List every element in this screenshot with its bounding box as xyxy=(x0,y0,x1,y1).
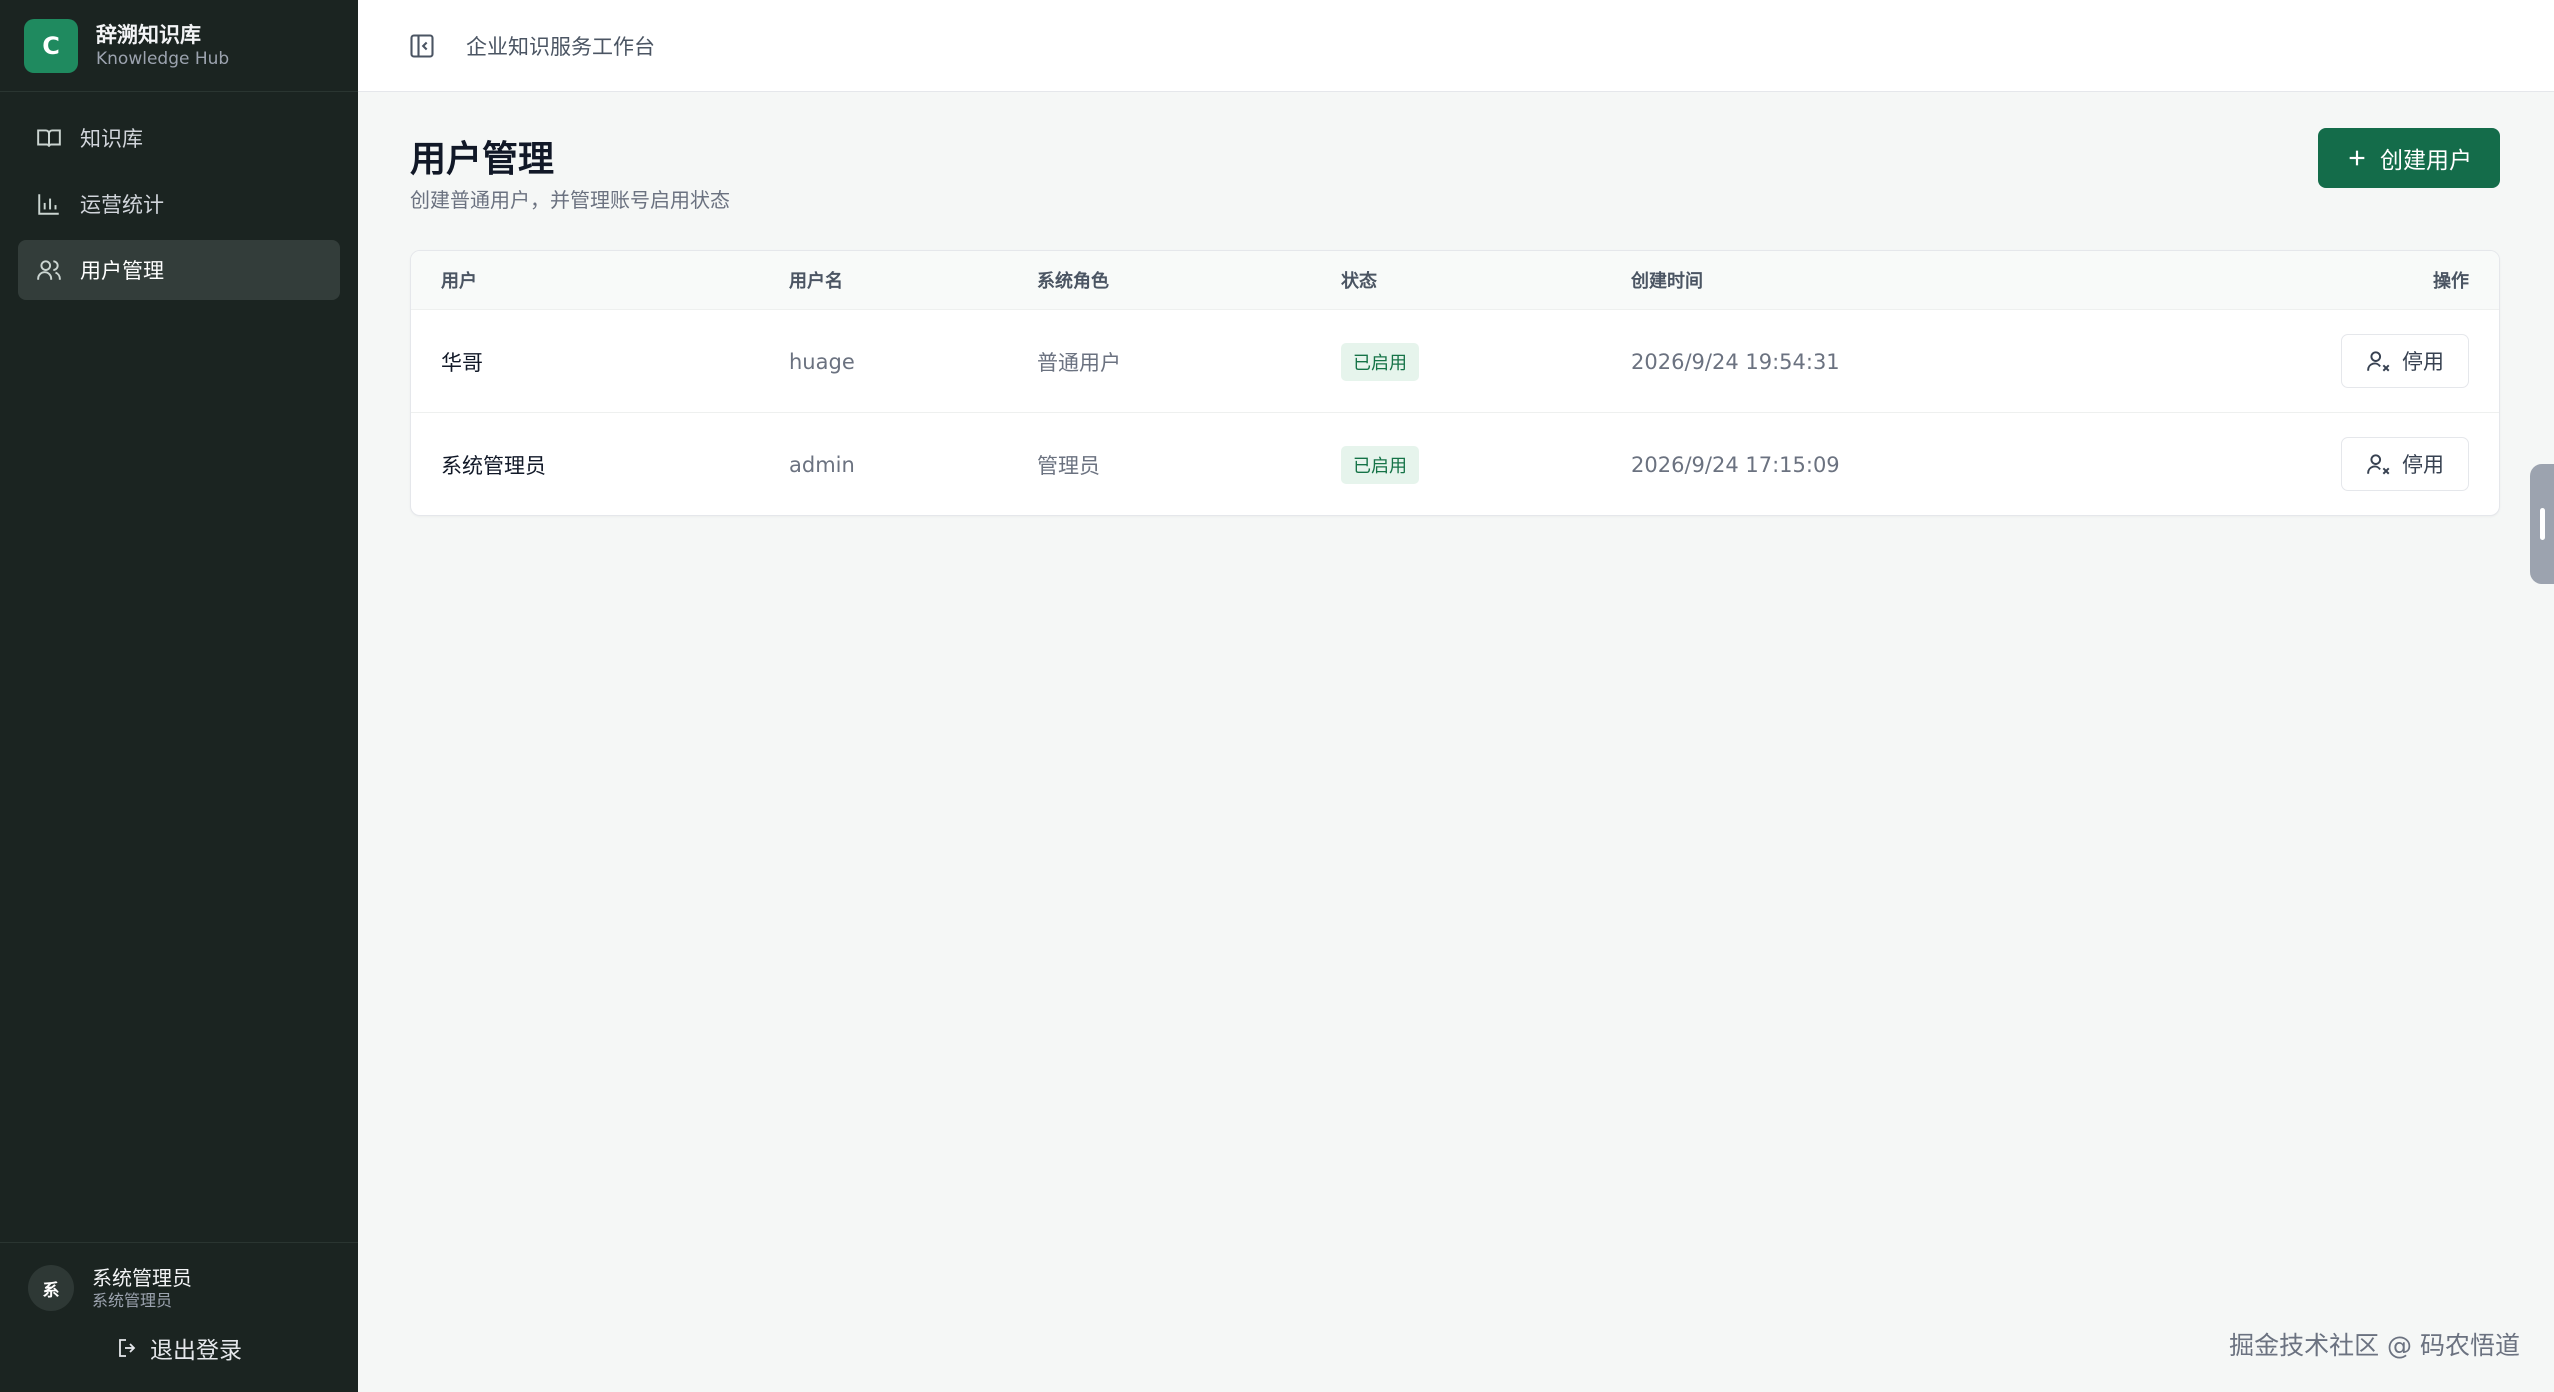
page-header: 用户管理 创建普通用户，并管理账号启用状态 创建用户 xyxy=(410,92,2500,250)
cell-role: 管理员 xyxy=(1037,453,1100,478)
cell-created: 2026/9/24 19:54:31 xyxy=(1631,349,1840,374)
disable-label: 停用 xyxy=(2402,453,2444,477)
cell-status: 已启用 xyxy=(1341,413,1419,515)
cell-status: 已启用 xyxy=(1341,310,1419,413)
logout-label: 退出登录 xyxy=(150,1338,242,1364)
logout-icon xyxy=(119,1339,136,1357)
cell-username: huage xyxy=(789,349,855,374)
column-header-username: 用户名 xyxy=(789,271,843,292)
users-icon xyxy=(36,257,62,283)
table-row: 系统管理员 admin 管理员 已启用 2026/9/24 17:15:09 停… xyxy=(411,412,2499,515)
sidebar-item-label: 知识库 xyxy=(80,127,143,151)
brand-title: 辞溯知识库 xyxy=(96,22,201,47)
plus-icon xyxy=(2349,150,2365,166)
column-header-action: 操作 xyxy=(2433,271,2469,292)
brand-text: 辞溯知识库 Knowledge Hub xyxy=(96,22,229,70)
user-x-icon xyxy=(2367,351,2390,372)
table-header: 用户 用户名 系统角色 状态 创建时间 操作 xyxy=(411,251,2499,309)
cell-role: 普通用户 xyxy=(1037,350,1121,375)
column-header-role: 系统角色 xyxy=(1037,271,1109,292)
user-table: 用户 用户名 系统角色 状态 创建时间 操作 华哥 huage 普通用户 已启用… xyxy=(410,250,2500,516)
cell-user: 系统管理员 xyxy=(441,453,546,478)
status-badge: 已启用 xyxy=(1341,445,1419,484)
table-row: 华哥 huage 普通用户 已启用 2026/9/24 19:54:31 停用 xyxy=(411,309,2499,412)
book-icon xyxy=(36,125,62,151)
disable-user-button[interactable]: 停用 xyxy=(2341,334,2469,388)
brand-logo: C xyxy=(24,18,78,73)
cell-username: admin xyxy=(789,452,855,477)
user-name: 系统管理员 xyxy=(92,1266,192,1290)
cell-created: 2026/9/24 17:15:09 xyxy=(1631,452,1840,477)
sidebar-footer: 系 系统管理员 系统管理员 退出登录 xyxy=(0,1242,358,1392)
brand[interactable]: C 辞溯知识库 Knowledge Hub xyxy=(0,0,358,92)
sidebar-nav: 知识库 运营统计 用户管理 xyxy=(0,92,358,300)
column-header-status: 状态 xyxy=(1341,271,1377,292)
cell-user: 华哥 xyxy=(441,350,483,375)
user-info: 系统管理员 系统管理员 xyxy=(92,1265,192,1311)
bar-chart-icon xyxy=(36,191,62,217)
brand-subtitle: Knowledge Hub xyxy=(96,48,230,69)
main-content: 用户管理 创建普通用户，并管理账号启用状态 创建用户 用户 用户名 系统角色 状… xyxy=(410,92,2500,516)
column-header-user: 用户 xyxy=(441,271,477,292)
disable-label: 停用 xyxy=(2402,350,2444,374)
avatar: 系 xyxy=(28,1265,74,1311)
create-user-label: 创建用户 xyxy=(2380,148,2472,174)
column-header-created: 创建时间 xyxy=(1631,271,1703,292)
sidebar-item-label: 运营统计 xyxy=(80,193,164,217)
topbar: 企业知识服务工作台 xyxy=(358,0,2554,92)
status-badge: 已启用 xyxy=(1341,342,1419,381)
page-description: 创建普通用户，并管理账号启用状态 xyxy=(410,188,730,212)
watermark: 掘金技术社区 @ 码农悟道 xyxy=(2229,1331,2520,1360)
sidebar-collapse-icon xyxy=(410,33,434,58)
disable-user-button[interactable]: 停用 xyxy=(2341,437,2469,491)
logout-button[interactable]: 退出登录 xyxy=(28,1331,330,1365)
sidebar-item-knowledge-base[interactable]: 知识库 xyxy=(18,108,340,168)
sidebar-item-label: 用户管理 xyxy=(80,259,164,283)
workspace-title: 企业知识服务工作台 xyxy=(466,34,655,59)
page-title: 用户管理 xyxy=(410,139,555,180)
current-user: 系 系统管理员 系统管理员 xyxy=(28,1265,330,1311)
create-user-button[interactable]: 创建用户 xyxy=(2318,128,2500,188)
sidebar-item-user-management[interactable]: 用户管理 xyxy=(18,240,340,300)
user-role: 系统管理员 xyxy=(92,1291,173,1310)
side-drawer-handle[interactable] xyxy=(2530,464,2554,584)
app-root: C 辞溯知识库 Knowledge Hub 知识库 运营统计 用户管理 系 系统… xyxy=(0,0,2554,1392)
sidebar-toggle-button[interactable] xyxy=(408,32,436,60)
sidebar-item-statistics[interactable]: 运营统计 xyxy=(18,174,340,234)
user-x-icon xyxy=(2367,454,2390,475)
sidebar: C 辞溯知识库 Knowledge Hub 知识库 运营统计 用户管理 系 系统… xyxy=(0,0,358,1392)
